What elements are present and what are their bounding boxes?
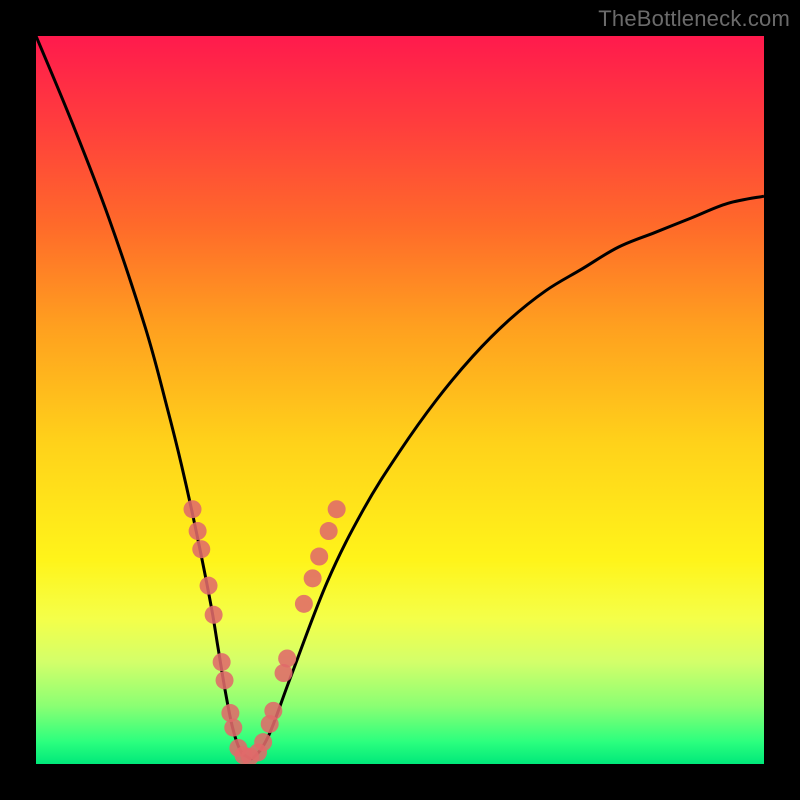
data-marker xyxy=(264,702,282,720)
watermark-text: TheBottleneck.com xyxy=(598,6,790,32)
data-marker xyxy=(304,569,322,587)
data-marker xyxy=(254,733,272,751)
data-marker xyxy=(310,548,328,566)
data-marker xyxy=(328,500,346,518)
data-marker xyxy=(320,522,338,540)
data-marker xyxy=(205,606,223,624)
data-markers xyxy=(184,500,346,764)
data-marker xyxy=(216,671,234,689)
data-marker xyxy=(278,649,296,667)
data-marker xyxy=(224,719,242,737)
data-marker xyxy=(295,595,313,613)
bottleneck-chart xyxy=(36,36,764,764)
data-marker xyxy=(200,577,218,595)
data-marker xyxy=(184,500,202,518)
data-marker xyxy=(213,653,231,671)
data-marker xyxy=(189,522,207,540)
chart-plot-area xyxy=(36,36,764,764)
data-marker xyxy=(192,540,210,558)
bottleneck-curve xyxy=(36,36,764,759)
